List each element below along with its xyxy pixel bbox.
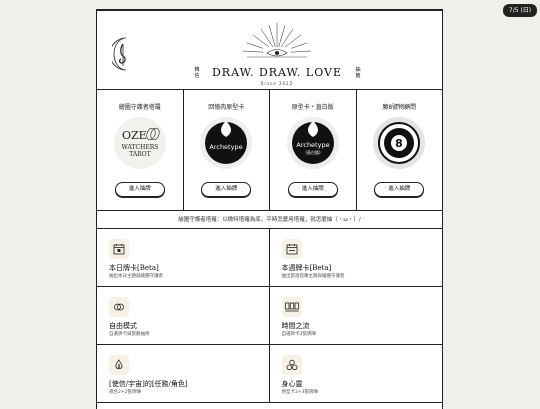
deck-card-archetype-plain: 原型卡・直白版 Archetype (直白版) 進入抽牌 <box>270 90 357 210</box>
feature-grid: 本日牌卡[Beta] 抽出本日主題與繪圖守護者 本週牌卡[Beta] 抽出當週塔… <box>97 229 442 403</box>
svg-text:8: 8 <box>395 137 403 150</box>
magic-8-ball-icon: 8 <box>373 117 426 169</box>
feature-desc: 抽出當週塔羅主題與繪圖守護者 <box>281 274 345 279</box>
deck-card-magic-8: 魔8號物顧問 8 進入抽牌 <box>357 90 443 210</box>
deck-card-title: 原型卡・直白版 <box>291 104 334 111</box>
enter-draw-button[interactable]: 進入抽牌 <box>114 182 165 197</box>
feature-title: 時間之流 <box>281 322 310 330</box>
deck-card-watchers-tarot: 繪圖守護者塔羅 OZE WATCHERS TAROT 進入抽牌 <box>97 90 184 210</box>
deck-notice-text: 繪圖守護者塔羅：以微特塔羅為底，平時怎麼用塔羅，就怎麼抽（・ω・）/ <box>97 211 442 229</box>
deck-card-title: 繪圖守護者塔羅 <box>118 104 161 111</box>
calendar-day-icon <box>109 239 129 259</box>
brand-block: 韓信 DRAW. DRAW. LOVE 抽籤 Since 2022 <box>177 19 377 89</box>
feature-body-mind-spirit[interactable]: 身心靈 原型卡3+3張牌陣 <box>269 345 442 403</box>
svg-text:Archetype: Archetype <box>210 143 243 151</box>
feature-mission-role[interactable]: [使信/宇宙]的[任務/角色] 適合2+2張牌陣 <box>97 345 270 403</box>
svg-text:Archetype: Archetype <box>296 141 329 149</box>
svg-text:TAROT: TAROT <box>129 151 150 158</box>
svg-text:(直白版): (直白版) <box>305 149 321 155</box>
enter-draw-button[interactable]: 進入抽牌 <box>287 182 338 197</box>
deck-card-title: 魔8號物顧問 <box>382 104 417 111</box>
crescent-clef-logo-icon[interactable] <box>112 36 134 72</box>
page-indicator-badge: 7/5 (日) <box>503 4 537 17</box>
svg-text:WATCHERS: WATCHERS <box>121 144 158 151</box>
calendar-week-icon <box>281 239 302 259</box>
flame-icon <box>109 355 129 375</box>
feature-title: 身心靈 <box>281 380 303 388</box>
feature-title: [使信/宇宙]的[任務/角色] <box>109 380 188 388</box>
feature-desc: 適合2+2張牌陣 <box>109 390 141 395</box>
feature-desc: 原型卡3+3張牌陣 <box>281 390 319 395</box>
enter-draw-button[interactable]: 進入抽牌 <box>201 182 252 197</box>
deck-card-title: 回憶肉原型卡 <box>208 104 245 111</box>
enter-draw-button[interactable]: 進入抽牌 <box>374 182 425 197</box>
side-text-right: 抽籤 <box>355 67 361 79</box>
feature-desc: 自選牌卡與張數抽牌 <box>109 332 150 337</box>
three-cards-icon <box>281 297 302 317</box>
watchers-tarot-logo-icon: OZE WATCHERS TAROT <box>113 117 166 169</box>
archetype-plain-logo-icon: Archetype (直白版) <box>286 117 339 169</box>
feature-title: 本日牌卡[Beta] <box>109 264 159 272</box>
brand-since: Since 2022 <box>260 81 294 86</box>
feature-title: 自由模式 <box>109 322 137 330</box>
archetype-logo-icon: Archetype <box>200 117 253 169</box>
feature-desc: 抽出本日主題與繪圖守護者 <box>109 274 163 279</box>
main-frame: 韓信 DRAW. DRAW. LOVE 抽籤 Since 2022 繪圖守護者塔… <box>96 9 443 409</box>
feature-desc: 自選牌卡3張牌陣 <box>281 332 316 337</box>
deck-cards-row: 繪圖守護者塔羅 OZE WATCHERS TAROT 進入抽牌 回憶肉原型卡 A… <box>97 90 442 211</box>
feature-daily-card[interactable]: 本日牌卡[Beta] 抽出本日主題與繪圖守護者 <box>97 229 270 287</box>
feature-free-mode[interactable]: 自由模式 自選牌卡與張數抽牌 <box>97 287 270 345</box>
svg-text:OZE: OZE <box>122 129 147 142</box>
circles-icon <box>281 355 302 375</box>
sunburst-eye-icon <box>242 23 312 58</box>
brand-title: DRAW. DRAW. LOVE <box>211 66 343 79</box>
feature-weekly-card[interactable]: 本週牌卡[Beta] 抽出當週塔羅主題與繪圖守護者 <box>269 229 442 287</box>
feature-title: 本週牌卡[Beta] <box>281 264 332 272</box>
site-header: 韓信 DRAW. DRAW. LOVE 抽籤 Since 2022 <box>97 11 442 90</box>
feature-time-flow[interactable]: 時間之流 自選牌卡3張牌陣 <box>269 287 442 345</box>
deck-card-archetype: 回憶肉原型卡 Archetype 進入抽牌 <box>184 90 270 210</box>
rings-icon <box>109 297 129 317</box>
